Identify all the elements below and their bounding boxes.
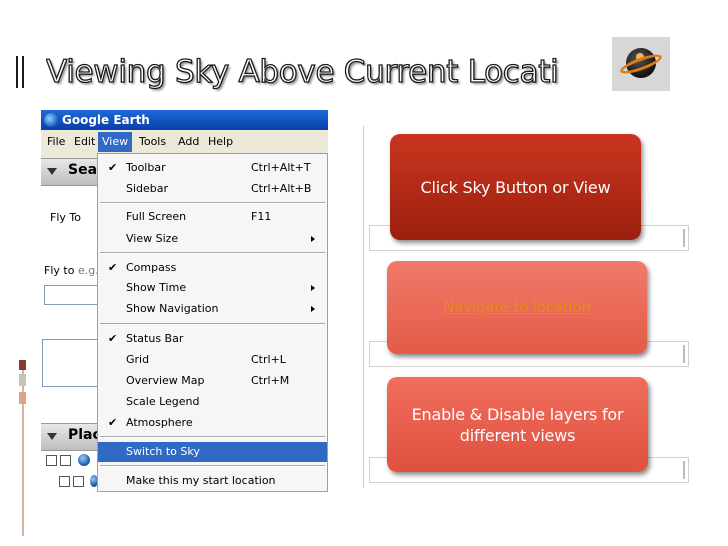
window-titlebar: Google Earth [41,110,328,130]
menu-edit[interactable]: Edit [70,132,99,152]
menu-item-label: Grid [126,353,150,366]
menu-separator [100,323,325,325]
title-bullet [16,56,25,88]
menubar: File Edit View Tools Add Help [41,132,328,152]
tree-checkbox[interactable] [60,455,71,466]
menu-item-shortcut: Ctrl+M [251,374,290,387]
menu-separator [100,436,325,438]
step-3-box: Enable & Disable layers for different vi… [387,377,648,472]
menu-item-label: Compass [126,261,177,274]
accent-block [19,360,26,370]
fly-to-label: Fly to e.g., [44,264,102,277]
collapse-arrow-icon [47,433,57,440]
menu-item-label: Switch to Sky [126,445,200,458]
google-earth-logo-icon [44,113,58,127]
fly-to-label-text: Fly to [44,264,75,277]
tree-expander[interactable] [59,476,70,487]
checkmark-icon: ✔ [108,416,118,429]
accent-block [19,374,26,386]
slide-title: Viewing Sky Above Current Locati [46,53,559,90]
menu-item-label: Show Time [126,281,187,294]
menu-item-label: Status Bar [126,332,184,345]
menu-item-atmosphere[interactable]: ✔ Atmosphere [98,413,327,433]
menu-file[interactable]: File [43,132,69,152]
menu-item-scale-legend[interactable]: Scale Legend [98,392,327,412]
view-menu-dropdown: ✔ Toolbar Ctrl+Alt+T Sidebar Ctrl+Alt+B … [97,153,328,492]
step-2-link[interactable]: Navigate to location [431,297,602,318]
menu-item-overview-map[interactable]: Overview Map Ctrl+M [98,371,327,391]
tree-checkbox[interactable] [73,476,84,487]
menu-item-shortcut: Ctrl+Alt+B [251,182,312,195]
menu-tools[interactable]: Tools [135,132,170,152]
menu-item-show-time[interactable]: Show Time [98,278,327,298]
checkmark-icon: ✔ [108,261,118,274]
menu-item-show-navigation[interactable]: Show Navigation [98,299,327,319]
submenu-arrow-icon [311,306,315,312]
accent-block [19,392,26,404]
checkmark-icon: ✔ [108,332,118,345]
checkmark-icon: ✔ [108,161,118,174]
collapse-arrow-icon [47,168,57,175]
menu-item-compass[interactable]: ✔ Compass [98,258,327,278]
search-results-box[interactable] [42,339,100,387]
fly-to-input[interactable] [44,285,100,305]
menu-item-label: Atmosphere [126,416,193,429]
menu-item-label: Sidebar [126,182,169,195]
menu-item-label: Scale Legend [126,395,200,408]
step-1-text: Click Sky Button or View [420,177,611,197]
menu-help[interactable]: Help [204,132,237,152]
menu-item-label: Make this my start location [126,474,276,487]
menu-item-grid[interactable]: Grid Ctrl+L [98,350,327,370]
menu-item-shortcut: F11 [251,210,272,223]
menu-item-toolbar[interactable]: ✔ Toolbar Ctrl+Alt+T [98,158,327,178]
menu-item-switch-to-sky[interactable]: Switch to Sky [98,442,327,462]
window-title: Google Earth [62,113,150,127]
accent-line [22,360,24,536]
search-panel-header[interactable]: Sear [41,158,104,186]
panel-divider [363,126,364,488]
step-2-box: Navigate to location [387,261,647,354]
places-panel-header[interactable]: Plac [41,423,101,451]
menu-item-label: Full Screen [126,210,187,223]
menu-item-label: Toolbar [126,161,166,174]
my-places-globe-icon [78,454,90,466]
menu-item-label: Overview Map [126,374,205,387]
submenu-arrow-icon [311,285,315,291]
places-header-label: Plac [68,427,101,443]
menu-item-label: Show Navigation [126,302,219,315]
menu-add[interactable]: Add [174,132,203,152]
menu-item-full-screen[interactable]: Full Screen F11 [98,207,327,227]
menu-separator [100,252,325,254]
fly-to-tab[interactable]: Fly To [50,211,81,224]
sky-planet-icon [612,37,670,91]
menu-item-view-size[interactable]: View Size [98,229,327,249]
menu-item-shortcut: Ctrl+L [251,353,286,366]
menu-item-label: View Size [126,232,179,245]
menu-view[interactable]: View [98,132,133,152]
menu-item-start-location[interactable]: Make this my start location [98,471,327,491]
tree-expander[interactable] [46,455,57,466]
step-1-box: Click Sky Button or View [390,134,641,240]
menu-item-status-bar[interactable]: ✔ Status Bar [98,329,327,349]
step-3-text: Enable & Disable layers for different vi… [411,404,624,445]
menu-separator [100,465,325,467]
menu-item-shortcut: Ctrl+Alt+T [251,161,311,174]
submenu-arrow-icon [311,236,315,242]
menu-item-sidebar[interactable]: Sidebar Ctrl+Alt+B [98,179,327,199]
menu-separator [100,202,325,204]
